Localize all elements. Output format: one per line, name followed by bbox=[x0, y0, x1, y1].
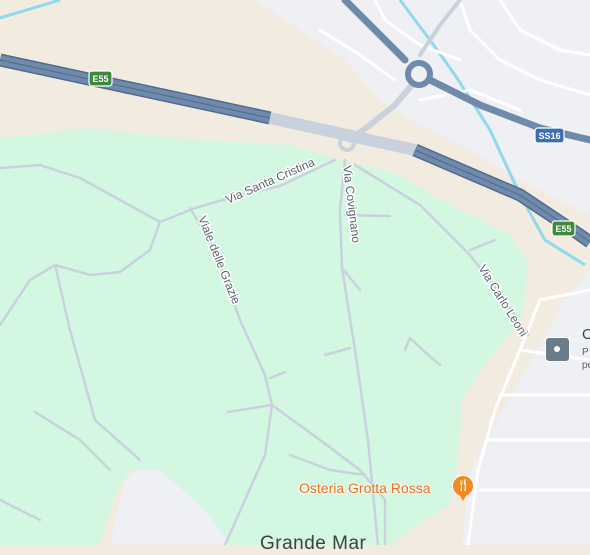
svg-text:SS16: SS16 bbox=[538, 131, 560, 141]
map-canvas[interactable]: Via Santa Cristina Via Covignano Viale d… bbox=[0, 0, 590, 545]
transit-stop-icon[interactable] bbox=[545, 337, 570, 362]
poi-label-osteria[interactable]: Osteria Grotta Rossa bbox=[299, 480, 431, 496]
route-shield-e55-east: E55 bbox=[551, 220, 576, 237]
town-label-partial: Grande Mar bbox=[260, 533, 367, 554]
place-sublabel-line2: pe bbox=[582, 360, 590, 371]
svg-text:E55: E55 bbox=[92, 74, 108, 84]
poi-pin-pointer bbox=[459, 494, 467, 501]
route-shield-ss16: SS16 bbox=[534, 127, 565, 144]
route-shield-e55-west: E55 bbox=[88, 70, 113, 87]
place-label-initial[interactable]: O bbox=[582, 326, 590, 343]
place-sublabel-line1: P bbox=[582, 347, 589, 358]
svg-text:E55: E55 bbox=[555, 224, 571, 234]
